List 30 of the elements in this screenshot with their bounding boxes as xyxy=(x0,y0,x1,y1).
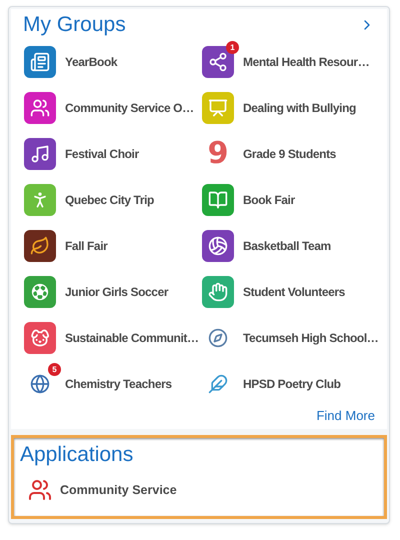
network-icon xyxy=(202,46,234,78)
section-title: My Groups xyxy=(23,12,126,38)
find-more-link[interactable]: Find More xyxy=(316,407,375,425)
group-link[interactable]: Book Fair xyxy=(201,177,380,223)
application-link[interactable]: Community Service xyxy=(20,472,378,508)
notification-badge: 5 xyxy=(48,363,61,376)
group-link[interactable]: HPSD Poetry Club xyxy=(201,361,380,407)
people-icon xyxy=(24,92,56,124)
newspaper-icon xyxy=(24,46,56,78)
group-link[interactable]: 5 Chemistry Teachers xyxy=(23,361,201,407)
group-link[interactable]: Festival Choir xyxy=(23,131,201,177)
group-link[interactable]: Tecumseh High School… xyxy=(201,315,380,361)
dog-icon xyxy=(24,322,56,354)
book-icon xyxy=(202,184,234,216)
group-link[interactable]: Fall Fair xyxy=(23,223,201,269)
group-link[interactable]: Basketball Team xyxy=(201,223,380,269)
group-link[interactable]: Quebec City Trip xyxy=(23,177,201,223)
section-title: Applications xyxy=(20,442,134,468)
leaf-icon xyxy=(24,230,56,262)
group-link[interactable]: Dealing with Bullying xyxy=(201,85,380,131)
group-link[interactable]: 1 Mental Health Resour… xyxy=(201,39,380,85)
group-link[interactable]: Junior Girls Soccer xyxy=(23,269,201,315)
meeting-icon xyxy=(202,92,234,124)
group-link[interactable]: Student Volunteers xyxy=(201,269,380,315)
group-link[interactable]: Community Service O… xyxy=(23,85,201,131)
notification-badge: 1 xyxy=(226,41,239,54)
group-link[interactable]: YearBook xyxy=(23,39,201,85)
group-link[interactable]: Sustainable Communit… xyxy=(23,315,201,361)
group-link[interactable]: 9 Grade 9 Students xyxy=(201,131,380,177)
group-icon-glyph: 9 xyxy=(206,138,230,170)
